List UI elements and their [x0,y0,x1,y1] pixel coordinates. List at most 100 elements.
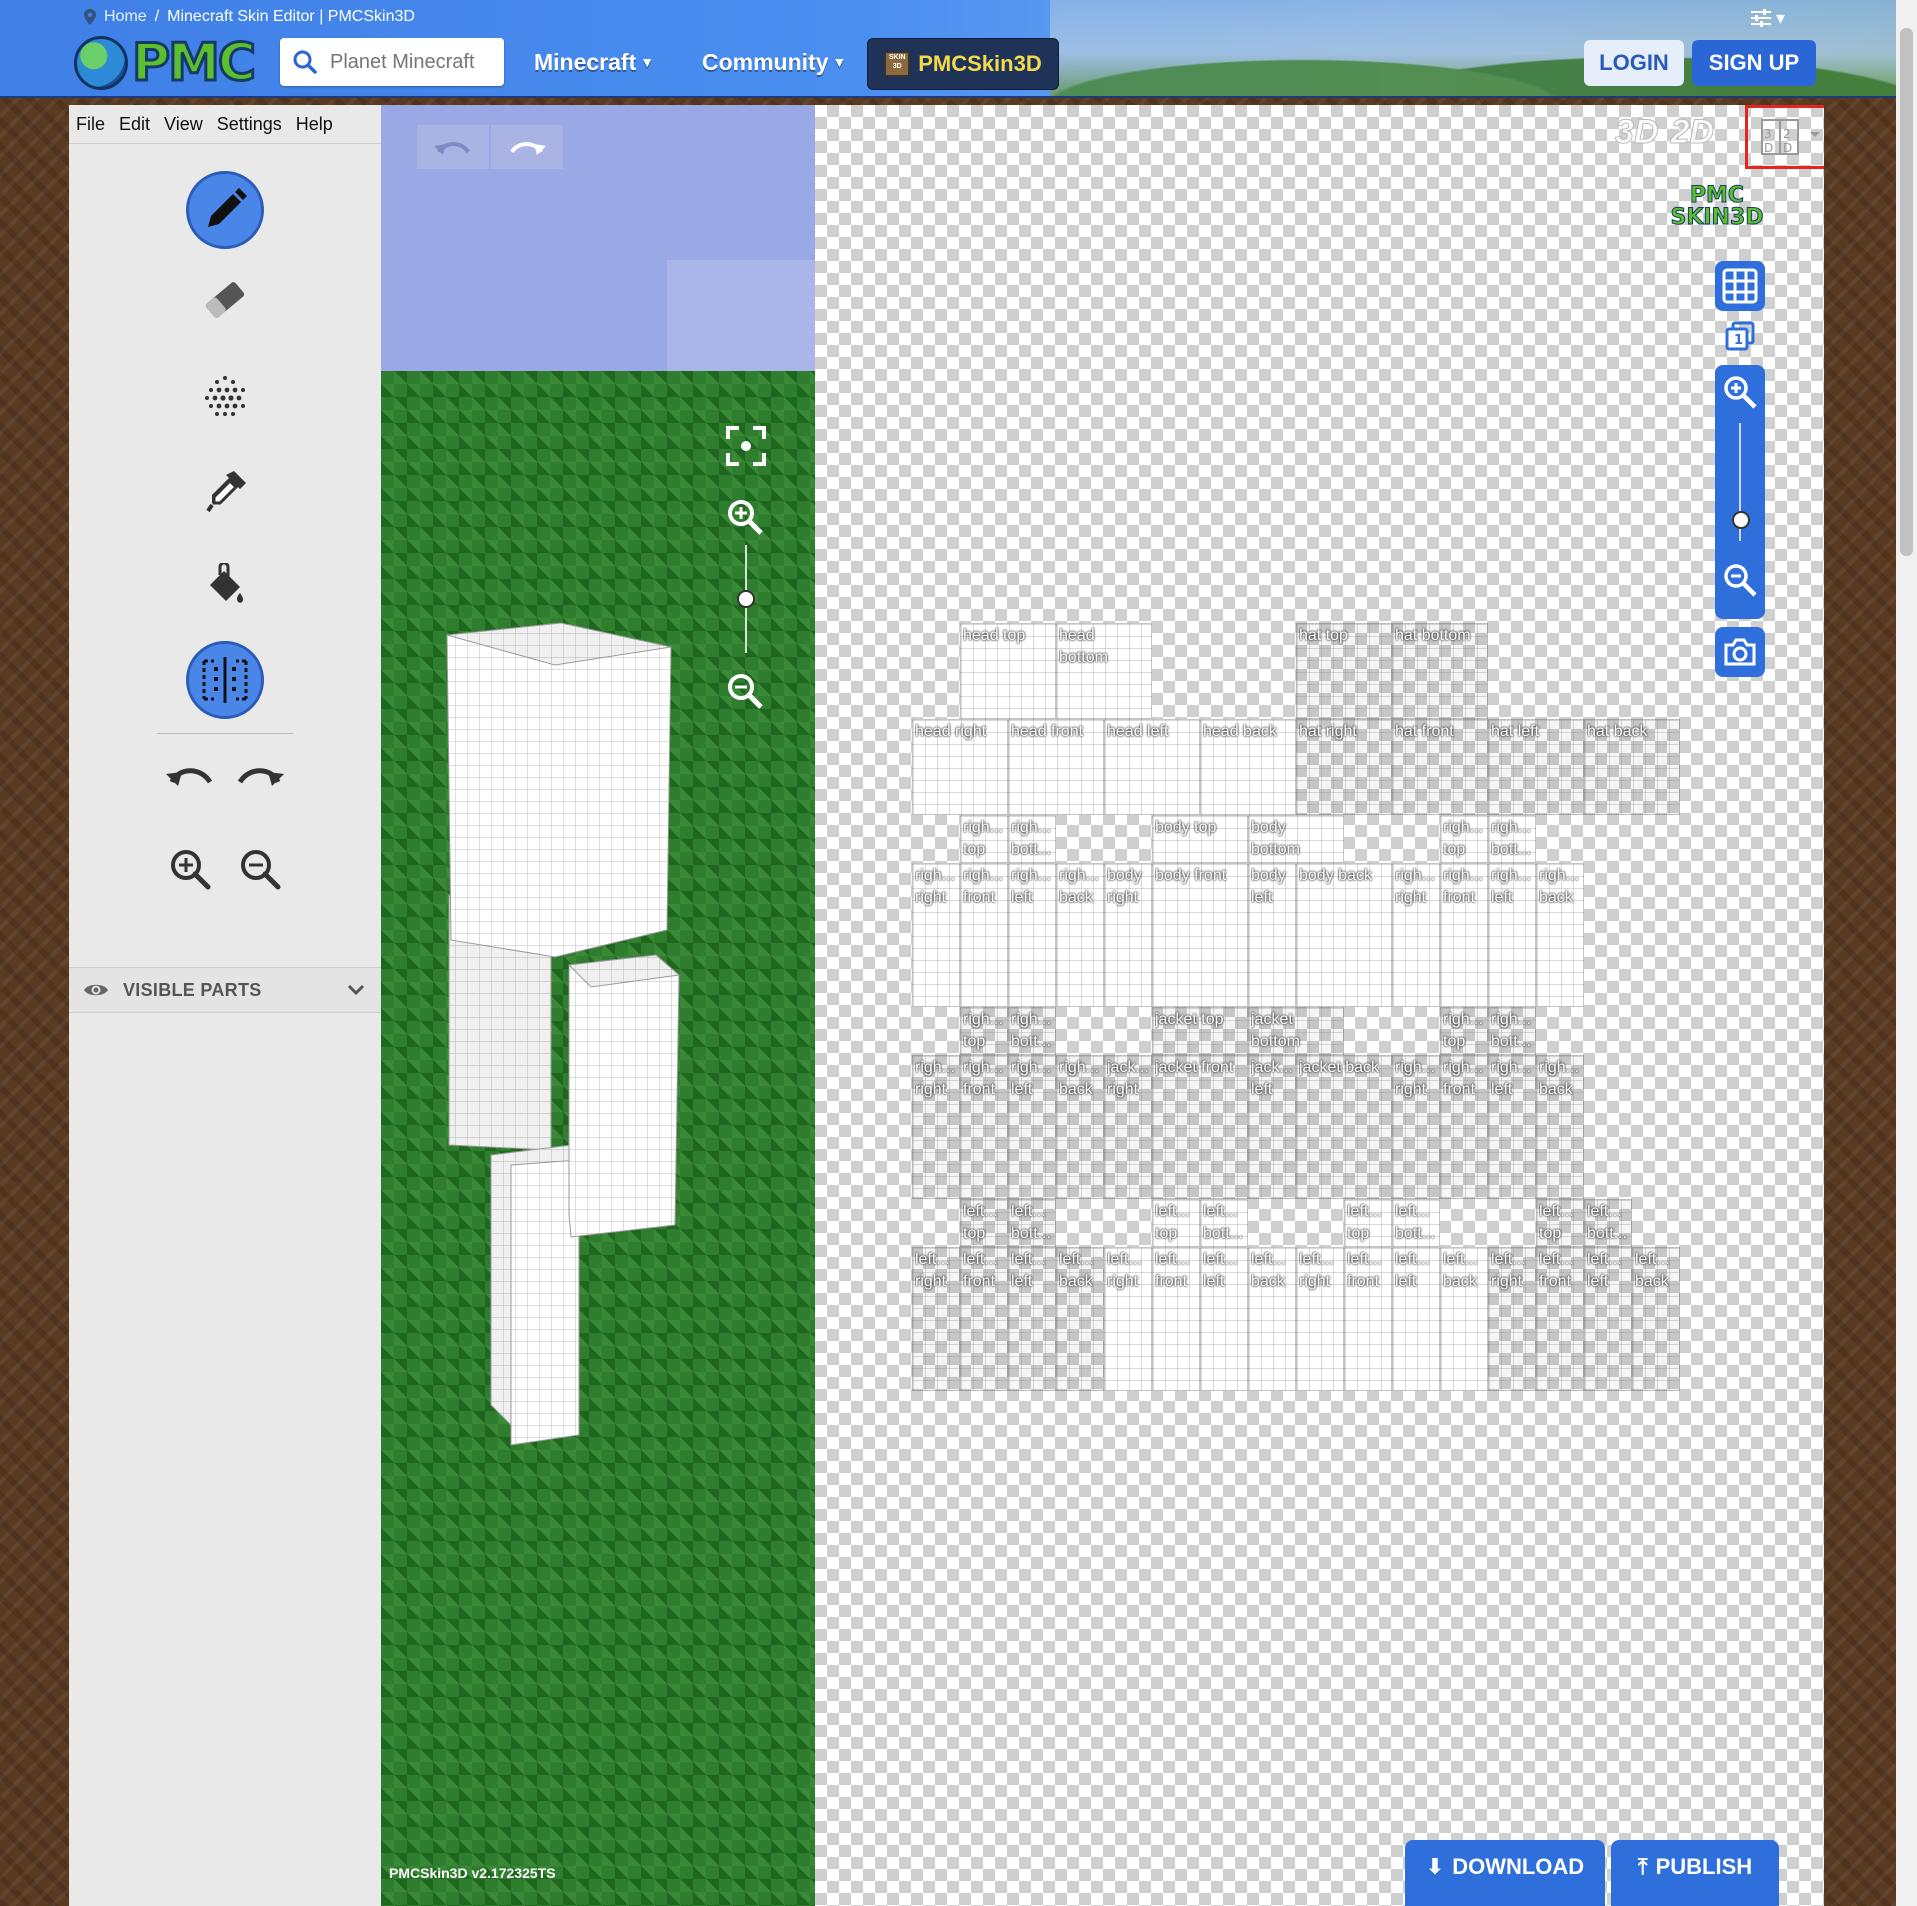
texture-face[interactable]: righ... left [1488,863,1536,1007]
noise-tool-button[interactable] [186,357,264,435]
texture-face[interactable]: righ... back [1056,863,1104,1007]
3d-viewport[interactable]: PMCSkin3D v2.172325TS [381,105,815,1906]
viewport-zoom-in-button[interactable] [725,497,769,541]
search-box[interactable] [280,38,504,86]
signup-button[interactable]: SIGN UP [1692,40,1816,86]
3d-skin-model[interactable] [431,585,731,1485]
view-2d-button[interactable]: 2D [1670,113,1714,152]
texture-face[interactable]: left... top [1152,1199,1200,1247]
menu-file[interactable]: File [69,105,112,143]
texture-face[interactable]: body left [1248,863,1296,1007]
color-picker-tool-button[interactable] [186,453,264,531]
texture-face[interactable]: left... front [1536,1247,1584,1391]
texture-face[interactable]: body right [1104,863,1152,1007]
texture-face[interactable]: jack... left [1248,1055,1296,1199]
texture-face[interactable]: righ... front [960,1055,1008,1199]
texture-face[interactable]: left... back [1440,1247,1488,1391]
texture-face[interactable]: jacket back [1296,1055,1392,1199]
mirror-tool-button[interactable] [186,641,264,719]
texture-face[interactable]: left... bott... [1584,1199,1632,1247]
eraser-tool-button[interactable] [186,261,264,339]
settings-toggle[interactable]: ▾ [1750,6,1798,30]
viewport-redo-button[interactable] [491,125,563,169]
texture-face[interactable]: head bottom [1056,623,1152,719]
nav-minecraft[interactable]: Minecraft ▼ [534,40,654,84]
texture-face[interactable]: hat front [1392,719,1488,815]
search-input[interactable] [328,49,492,75]
texture-face[interactable]: body bottom [1248,815,1344,863]
redo-button[interactable] [234,753,286,797]
texture-face[interactable]: left... back [1056,1247,1104,1391]
menu-settings[interactable]: Settings [210,105,289,143]
texture-face[interactable]: body top [1152,815,1248,863]
texture-face[interactable]: head left [1104,719,1200,815]
zoom-in-button[interactable] [164,843,216,895]
texture-zoom-slider-handle[interactable] [1732,511,1750,529]
texture-face[interactable]: left... back [1248,1247,1296,1391]
texture-face[interactable]: left... right [1296,1247,1344,1391]
texture-face[interactable]: righ... top [960,1007,1008,1055]
texture-face[interactable]: hat top [1296,623,1392,719]
nav-pmcskin3d[interactable]: SKIN 3D PMCSkin3D [867,38,1059,90]
texture-face[interactable]: hat right [1296,719,1392,815]
texture-face[interactable]: left... top [960,1199,1008,1247]
pmc-logo[interactable]: PMC [74,36,262,91]
overlay-toggle-button[interactable]: 1 [1725,321,1755,351]
viewport-zoom-out-button[interactable] [725,671,769,715]
texture-face[interactable]: righ... bott... [1488,815,1536,863]
texture-face[interactable]: left... front [1344,1247,1392,1391]
view-3d-button[interactable]: 3D [1614,113,1658,152]
texture-face[interactable]: righ... front [1440,1055,1488,1199]
texture-zoom-in-button[interactable] [1721,373,1759,411]
visible-parts-panel[interactable]: VISIBLE PARTS [69,967,381,1013]
texture-face[interactable]: righ... right [1392,863,1440,1007]
texture-face[interactable]: hat bottom [1392,623,1488,719]
texture-face[interactable]: righ... front [1440,863,1488,1007]
texture-face[interactable]: left... left [1008,1247,1056,1391]
login-button[interactable]: LOGIN [1584,40,1684,86]
texture-face[interactable]: left... back [1632,1247,1680,1391]
texture-face[interactable]: head back [1200,719,1296,815]
pencil-tool-button[interactable] [186,171,264,249]
texture-face[interactable]: left... right [912,1247,960,1391]
texture-face[interactable]: righ... bott... [1488,1007,1536,1055]
texture-face[interactable]: righ... left [1008,863,1056,1007]
texture-face[interactable]: hat back [1584,719,1680,815]
texture-face[interactable]: head front [1008,719,1104,815]
texture-face[interactable]: jacket bottom [1248,1007,1344,1055]
texture-face[interactable]: body front [1152,863,1248,1007]
texture-face[interactable]: left... top [1536,1199,1584,1247]
texture-face[interactable]: righ... right [912,863,960,1007]
scrollbar-thumb[interactable] [1900,28,1913,556]
texture-face[interactable]: left... top [1344,1199,1392,1247]
texture-face[interactable]: head top [960,623,1056,719]
bucket-tool-button[interactable] [186,549,264,627]
texture-face[interactable]: righ... right [912,1055,960,1199]
skin-texture-template[interactable]: head top head bottom hat top hat bottom head… [912,623,1682,1391]
undo-button[interactable] [164,753,216,797]
texture-face[interactable]: hat left [1488,719,1584,815]
texture-face[interactable]: righ... top [1440,815,1488,863]
menu-edit[interactable]: Edit [112,105,157,143]
texture-face[interactable]: left... front [1152,1247,1200,1391]
publish-button[interactable]: ⤒ PUBLISH [1611,1840,1779,1906]
texture-face[interactable]: left... left [1392,1247,1440,1391]
texture-face[interactable]: left... right [1488,1247,1536,1391]
texture-face[interactable]: jack... right [1104,1055,1152,1199]
texture-face[interactable]: righ... top [1440,1007,1488,1055]
texture-face[interactable]: righ... bott... [1008,1007,1056,1055]
menu-help[interactable]: Help [289,105,340,143]
download-button[interactable]: ⬇ DOWNLOAD [1405,1840,1605,1906]
texture-face[interactable]: left... bott... [1008,1199,1056,1247]
viewport-zoom-slider-handle[interactable] [737,590,755,608]
texture-face[interactable]: righ... top [960,815,1008,863]
grid-toggle-button[interactable] [1715,261,1765,311]
menu-view[interactable]: View [157,105,210,143]
texture-face[interactable]: left... left [1584,1247,1632,1391]
texture-face[interactable]: righ... left [1488,1055,1536,1199]
zoom-out-button[interactable] [234,843,286,895]
texture-face[interactable]: body back [1296,863,1392,1007]
texture-face[interactable]: left... bott... [1200,1199,1248,1247]
texture-face[interactable]: righ... back [1536,863,1584,1007]
texture-face[interactable]: head right [912,719,1008,815]
